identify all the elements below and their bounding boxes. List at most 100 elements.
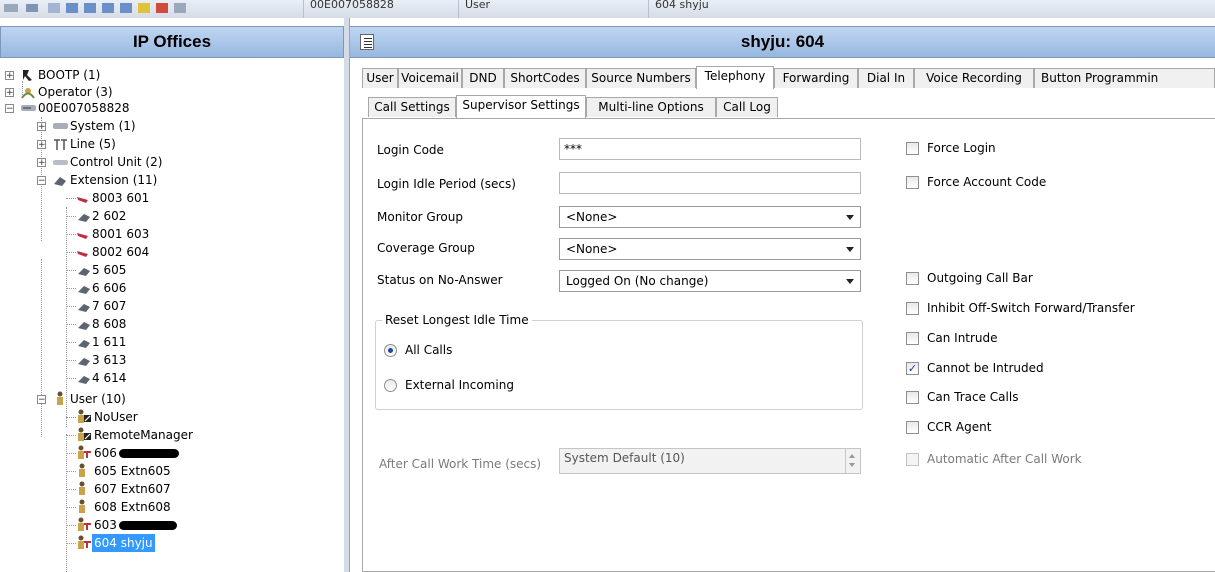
tab-voicemail[interactable]: Voicemail (398, 68, 462, 88)
tree-node-user-item[interactable]: 603 (0, 516, 300, 534)
collapse-icon[interactable]: − (5, 104, 14, 114)
outgoing-call-bar-label[interactable]: Outgoing Call Bar (927, 270, 1033, 286)
tree-node-extension-item[interactable]: 8 608 (0, 315, 300, 333)
all-calls-radio[interactable] (384, 344, 397, 357)
expand-icon[interactable]: + (37, 140, 46, 150)
tree-node-user-item[interactable]: 605 Extn605 (0, 462, 300, 480)
tree-node-user-item[interactable]: NoUser (0, 408, 300, 426)
tree-node-extension-item[interactable]: 8001 603 (0, 225, 300, 243)
tree-node-control-unit[interactable]: + Control Unit (2) (0, 153, 300, 171)
toolbar-combo-system[interactable]: 00E007058828 (303, 0, 450, 18)
tree-label: 6 606 (92, 281, 127, 295)
inhibit-off-switch-label[interactable]: Inhibit Off-Switch Forward/Transfer (927, 300, 1135, 316)
toolbar-combo-item[interactable]: 604 shyju (648, 0, 845, 18)
tree-node-system[interactable]: + System (1) (0, 117, 300, 135)
can-intrude-label[interactable]: Can Intrude (927, 330, 998, 346)
expand-icon[interactable]: + (5, 71, 14, 81)
coverage-group-select[interactable]: <None> (559, 238, 861, 260)
status-no-answer-label: Status on No-Answer (377, 273, 503, 287)
tree-connector (66, 324, 76, 325)
tree-node-extension-item[interactable]: 8003 601 (0, 189, 300, 207)
tab-shortcodes[interactable]: ShortCodes (504, 68, 586, 88)
login-idle-period-input[interactable] (559, 172, 861, 194)
tree-node-extension-item[interactable]: 7 607 (0, 297, 300, 315)
tab-telephony[interactable]: Telephony (696, 66, 774, 89)
tree-connector (66, 198, 76, 199)
system-icon (53, 123, 68, 129)
tab-forwarding[interactable]: Forwarding (774, 68, 858, 88)
tree-label: 606 (94, 444, 179, 462)
tree-node-extension-item[interactable]: 1 611 (0, 333, 300, 351)
collapse-icon[interactable]: − (37, 176, 46, 186)
ccr-agent-label[interactable]: CCR Agent (927, 419, 991, 435)
spinner-buttons (845, 449, 860, 473)
tree-node-user[interactable]: − User (10) (0, 390, 300, 408)
subtab-supervisor-settings[interactable]: Supervisor Settings (456, 95, 586, 118)
tree-node-ip-office[interactable]: − 00E007058828 (0, 99, 300, 117)
tree-label: 1 611 (92, 335, 127, 349)
line-icon (54, 139, 67, 150)
login-code-label: Login Code (377, 143, 444, 157)
tree-node-extension-item[interactable]: 2 602 (0, 207, 300, 225)
ccr-agent-checkbox[interactable] (906, 421, 919, 434)
tab-voice-recording[interactable]: Voice Recording (914, 68, 1034, 88)
cannot-be-intruded-checkbox[interactable]: ✓ (906, 362, 919, 375)
tree-node-user-item[interactable]: 606 (0, 444, 300, 462)
spinner-down-icon (849, 463, 855, 467)
tree-node-user-item-selected[interactable]: 604 shyju (0, 534, 300, 552)
tree-connector (66, 270, 76, 271)
main-tabbar: User Voicemail DND ShortCodes Source Num… (362, 66, 1215, 89)
tree-node-extension-item[interactable]: 3 613 (0, 351, 300, 369)
toolbar-icons[interactable] (4, 2, 304, 14)
tree-node-user-item[interactable]: 607 Extn607 (0, 480, 300, 498)
login-code-input[interactable]: *** (559, 138, 861, 160)
panel-title: IP Offices (0, 26, 344, 58)
external-incoming-label[interactable]: External Incoming (405, 377, 514, 393)
force-login-label[interactable]: Force Login (927, 140, 996, 156)
can-trace-calls-checkbox[interactable] (906, 391, 919, 404)
inhibit-off-switch-checkbox[interactable] (906, 302, 919, 315)
tree-label: 5 605 (92, 263, 127, 277)
tree-node-bootp[interactable]: + BOOTP (1) (0, 66, 300, 84)
user-icon (79, 499, 85, 513)
tree-node-line[interactable]: + Line (5) (0, 135, 300, 153)
status-no-answer-select[interactable]: Logged On (No change) (559, 270, 861, 292)
subtab-multi-line-options[interactable]: Multi-line Options (586, 97, 716, 117)
tab-dial-in[interactable]: Dial In (858, 68, 914, 88)
external-incoming-radio[interactable] (384, 379, 397, 392)
tab-button-programming[interactable]: Button Programmin (1034, 68, 1215, 88)
bootp-icon (23, 70, 32, 81)
tree-node-extension-item[interactable]: 6 606 (0, 279, 300, 297)
tree-node-extension-item[interactable]: 8002 604 (0, 243, 300, 261)
tree-node-extension-item[interactable]: 4 614 (0, 369, 300, 387)
sub-tabbar: Call Settings Supervisor Settings Multi-… (362, 95, 1215, 118)
toolbar-combo-type[interactable]: User (458, 0, 625, 18)
config-tree: + BOOTP (1) + Operator (3) − 00E00705882… (0, 62, 344, 572)
tab-dnd[interactable]: DND (462, 68, 504, 88)
outgoing-call-bar-checkbox[interactable] (906, 272, 919, 285)
tab-user[interactable]: User (362, 68, 398, 88)
can-intrude-checkbox[interactable] (906, 332, 919, 345)
subtab-call-settings[interactable]: Call Settings (368, 97, 456, 117)
details-pane: shyju: 604 User Voicemail DND ShortCodes… (350, 18, 1215, 572)
tree-node-user-item[interactable]: 608 Extn608 (0, 498, 300, 516)
expand-icon[interactable]: + (37, 122, 46, 132)
tree-node-extension[interactable]: − Extension (11) (0, 171, 300, 189)
control-unit-icon (53, 160, 68, 165)
force-login-checkbox[interactable] (906, 142, 919, 155)
all-calls-label[interactable]: All Calls (405, 342, 452, 358)
expand-icon[interactable]: + (37, 158, 46, 168)
tree-node-extension-item[interactable]: 5 605 (0, 261, 300, 279)
tree-node-user-item[interactable]: RemoteManager (0, 426, 300, 444)
tab-source-numbers[interactable]: Source Numbers (586, 68, 696, 88)
force-account-code-checkbox[interactable] (906, 176, 919, 189)
subtab-call-log[interactable]: Call Log (716, 97, 778, 117)
expand-icon[interactable]: + (5, 88, 14, 98)
menu-icon[interactable] (360, 34, 374, 50)
tree-label: 4 614 (92, 371, 127, 385)
cannot-be-intruded-label[interactable]: Cannot be Intruded (927, 360, 1044, 376)
collapse-icon[interactable]: − (37, 395, 46, 405)
can-trace-calls-label[interactable]: Can Trace Calls (927, 389, 1018, 405)
force-account-code-label[interactable]: Force Account Code (927, 174, 1046, 190)
monitor-group-select[interactable]: <None> (559, 206, 861, 228)
